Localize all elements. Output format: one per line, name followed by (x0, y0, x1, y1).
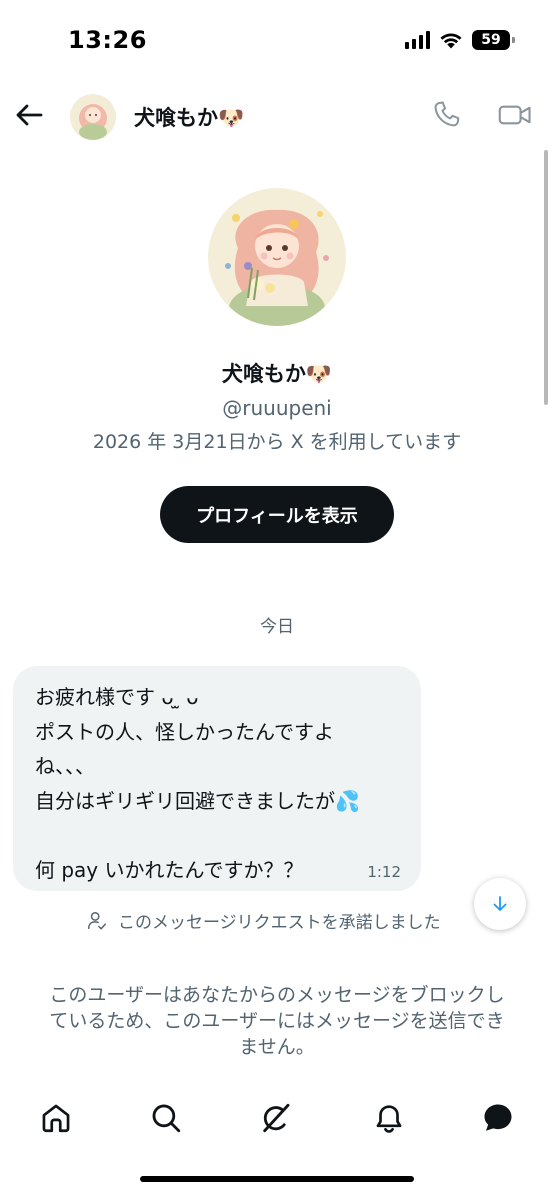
phone-icon (434, 101, 460, 127)
blocked-notice: このユーザーはあなたからのメッセージをブロックし ているため、このユーザーにはメ… (20, 982, 534, 1060)
grok-icon (263, 1103, 290, 1133)
video-call-button[interactable] (497, 98, 533, 132)
nav-home[interactable] (36, 1098, 76, 1138)
back-arrow-icon (16, 104, 43, 126)
battery-icon: 59 (472, 30, 515, 50)
back-button[interactable] (12, 98, 46, 132)
cellular-signal-icon (405, 31, 430, 49)
wifi-icon (440, 33, 462, 49)
message-line (35, 818, 401, 853)
nav-messages[interactable] (478, 1098, 518, 1138)
message-line: 自分はギリギリ回避できましたが💦 (35, 788, 360, 813)
person-check-icon (88, 911, 106, 930)
message-line: ね、、、 (35, 754, 95, 778)
date-separator: 今日 (260, 617, 294, 637)
profile-avatar[interactable] (208, 188, 346, 326)
blocked-notice-line: このユーザーはあなたからのメッセージをブロックし (49, 984, 505, 1006)
profile-name: 犬喰もか🐶 (221, 362, 333, 386)
message-timestamp: 1:12 (367, 863, 401, 881)
header-avatar[interactable] (70, 94, 116, 140)
blocked-notice-line: ているため、このユーザーにはメッセージを送信でき (49, 1010, 505, 1032)
home-icon (42, 1104, 70, 1133)
battery-level: 59 (481, 32, 501, 48)
message-line: ポストの人、怪しかったんですよ (35, 719, 334, 744)
profile-avatar-illustration (208, 188, 346, 326)
nav-grok[interactable] (256, 1098, 296, 1138)
status-icons: 59 (405, 30, 515, 50)
request-accepted-notice: このメッセージリクエストを承諾しました (86, 908, 441, 933)
search-icon (152, 1104, 181, 1133)
message-line: お疲れ様です ᴗ ̫ ᴗ (35, 685, 199, 709)
notifications-icon (376, 1105, 402, 1133)
nav-search[interactable] (146, 1098, 186, 1138)
messages-icon (484, 1104, 512, 1131)
video-camera-icon (498, 105, 531, 125)
call-button[interactable] (430, 98, 464, 132)
scroll-to-bottom-button[interactable] (474, 878, 526, 930)
message-line: 何 pay いかれたんですか？？ (35, 857, 304, 882)
profile-joined-date: 2026 年 3月21日から X を利用しています (92, 431, 462, 453)
status-bar: 13:26 59 (0, 0, 554, 80)
message-bubble[interactable]: お疲れ様です ᴗ ̫ ᴗ ポストの人、怪しかったんですよ ね、、、 自分はギリギ… (13, 666, 421, 891)
request-accepted-text: このメッセージリクエストを承諾しました (118, 913, 441, 933)
conversation-header: 犬喰もか🐶 (0, 86, 554, 146)
blocked-notice-line: ません。 (239, 1036, 315, 1058)
avatar-illustration (70, 94, 116, 140)
view-profile-button[interactable]: プロフィールを表示 (160, 486, 394, 543)
header-name[interactable]: 犬喰もか🐶 (134, 102, 244, 132)
home-indicator[interactable] (140, 1176, 414, 1182)
arrow-down-icon (493, 896, 507, 911)
nav-notifications[interactable] (369, 1098, 409, 1138)
status-time: 13:26 (68, 26, 147, 54)
bottom-navigation (0, 1088, 554, 1148)
profile-handle: @ruuupeni (222, 396, 332, 420)
